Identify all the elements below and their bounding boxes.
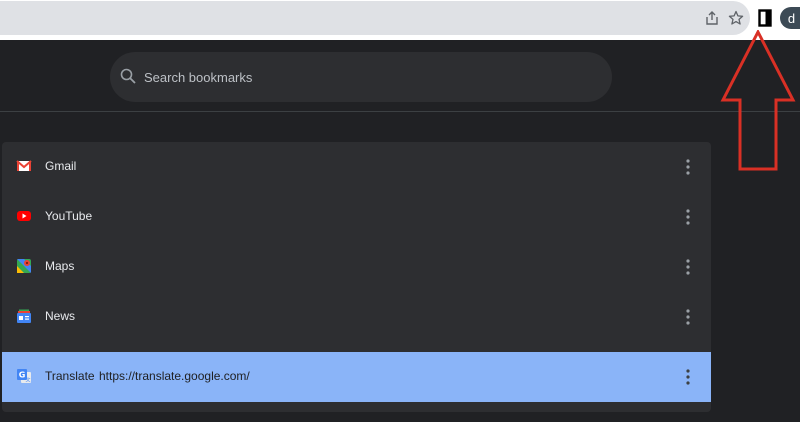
more-actions-button[interactable] — [678, 367, 698, 387]
bookmark-item-youtube[interactable]: YouTube — [2, 192, 711, 242]
bookmark-title: Maps — [45, 259, 75, 273]
bookmark-item-gmail[interactable]: Gmail — [2, 142, 711, 192]
more-vert-icon — [686, 159, 690, 175]
more-vert-icon — [686, 309, 690, 325]
svg-text:文: 文 — [25, 377, 30, 384]
browser-toolbar: d — [0, 0, 800, 38]
more-vert-icon — [686, 369, 690, 385]
bookmark-item-translate[interactable]: G 文 Translate https://translate.google.c… — [2, 352, 711, 402]
news-icon — [17, 309, 31, 323]
more-actions-button[interactable] — [678, 307, 698, 327]
maps-icon — [17, 259, 31, 273]
star-icon — [728, 10, 744, 25]
bookmark-star-button[interactable] — [726, 8, 746, 28]
profile-avatar[interactable]: d — [780, 7, 800, 29]
more-actions-button[interactable] — [678, 157, 698, 177]
translate-icon: G 文 — [17, 369, 31, 384]
avatar-letter: d — [787, 10, 796, 26]
bookmark-item-maps[interactable]: Maps — [2, 242, 711, 292]
bookmark-title: YouTube — [45, 209, 93, 223]
side-panel-button[interactable] — [754, 7, 776, 29]
search-box[interactable] — [110, 52, 612, 102]
gmail-icon — [16, 160, 32, 171]
more-vert-icon — [686, 259, 690, 275]
share-icon — [706, 11, 718, 25]
search-icon — [120, 68, 136, 84]
bookmark-url: https://translate.google.com/ — [99, 369, 250, 383]
search-input[interactable] — [144, 65, 584, 89]
side-panel-icon — [758, 9, 772, 27]
bookmark-title: Translate — [45, 369, 95, 383]
address-bar[interactable] — [0, 1, 750, 35]
svg-text:G: G — [19, 371, 26, 380]
more-actions-button[interactable] — [678, 207, 698, 227]
share-button[interactable] — [702, 8, 722, 28]
bookmarks-page: Gmail YouTube — [0, 40, 800, 422]
bookmark-item-news[interactable]: News — [2, 292, 711, 342]
youtube-icon — [17, 211, 31, 221]
bookmark-title: News — [45, 309, 76, 323]
bookmark-title: Gmail — [45, 159, 77, 173]
more-vert-icon — [686, 209, 690, 225]
bookmark-list: Gmail YouTube Maps News G 文 Translate ht… — [2, 142, 711, 412]
more-actions-button[interactable] — [678, 257, 698, 277]
search-header — [0, 40, 800, 112]
